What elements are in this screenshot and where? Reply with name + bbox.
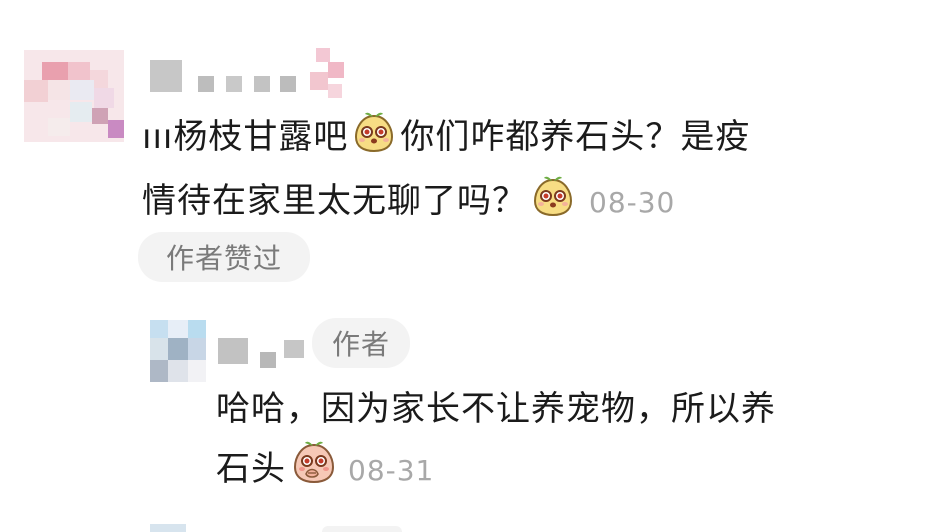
smiling-potato-icon [531, 174, 575, 236]
next-badge-partial [322, 526, 402, 532]
comment-line1-suffix: 你们咋都养石头？是疫 [400, 117, 751, 157]
next-avatar-partial[interactable] [150, 524, 186, 532]
author-liked-label: 作者赞过 [165, 242, 282, 275]
comment-line1-prefix: ııı杨枝甘露吧 [142, 117, 349, 157]
replier-avatar[interactable] [150, 320, 206, 382]
reply-body: 哈哈，因为家长不让养宠物，所以养 石头 08-31 [216, 380, 776, 504]
reply-timestamp: 08-31 [348, 454, 435, 487]
comment-body: ııı杨枝甘露吧 你们咋都养石头？是疫 情待在家里太无聊了吗？ 08-30 [142, 108, 750, 236]
author-liked-badge: 作者赞过 [138, 232, 310, 282]
comment-line2: 情待在家里太无聊了吗？ [142, 181, 527, 221]
author-badge: 作者 [312, 318, 410, 368]
smiling-potato-icon [352, 110, 396, 172]
commenter-avatar[interactable] [24, 50, 124, 142]
comment-timestamp: 08-30 [589, 186, 676, 219]
commenter-username[interactable] [150, 48, 350, 98]
replier-username[interactable] [218, 332, 308, 372]
author-badge-label: 作者 [331, 328, 390, 361]
giggling-potato-icon [290, 438, 338, 504]
reply-line2: 石头 [216, 449, 286, 489]
reply-line1: 哈哈，因为家长不让养宠物，所以养 [216, 389, 776, 429]
